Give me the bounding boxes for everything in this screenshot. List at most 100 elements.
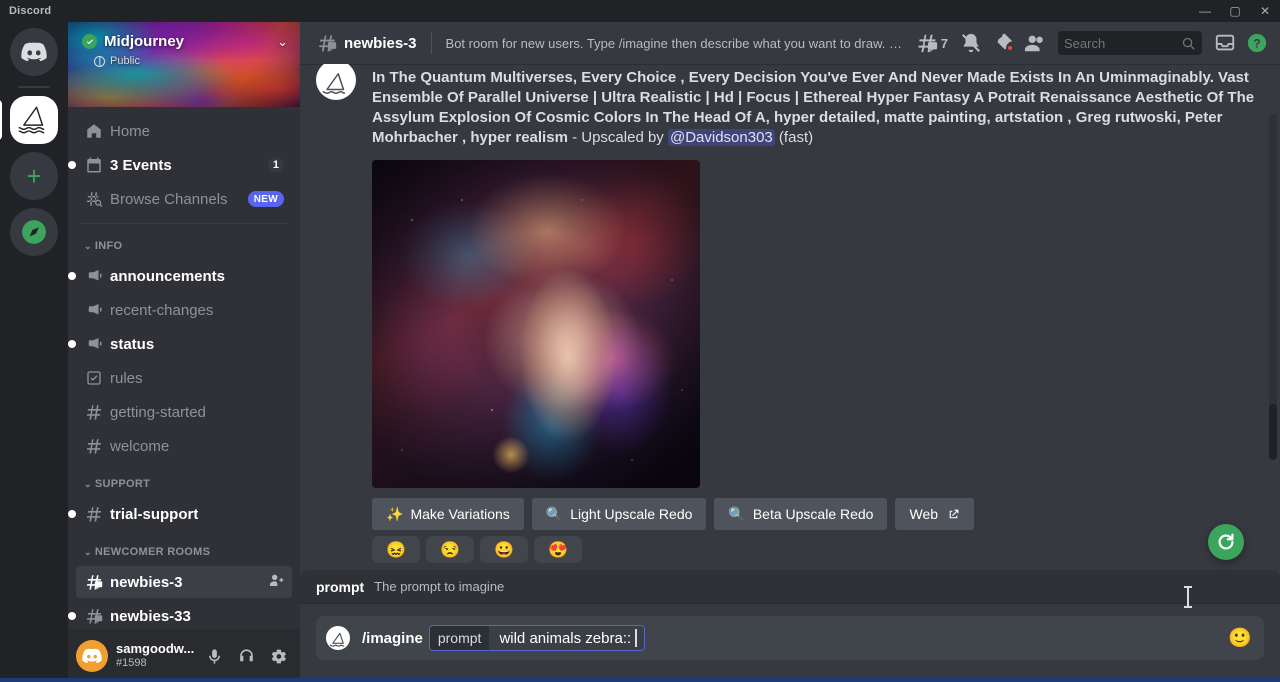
avatar[interactable]	[76, 640, 108, 672]
active-guild-indicator	[0, 100, 2, 140]
argument-value[interactable]: wild animals zebra::	[489, 630, 635, 647]
sidebar-item-trial-support-label: trial-support	[110, 506, 198, 523]
emoji-picker-button[interactable]: 🙂	[1226, 624, 1254, 652]
category-support-label: SUPPORT	[95, 478, 150, 490]
sidebar-item-rules[interactable]: rules	[76, 362, 292, 394]
web-button[interactable]: Web	[895, 498, 974, 530]
microphone-icon[interactable]	[200, 642, 228, 670]
sidebar-item-events[interactable]: 3 Events 1	[76, 149, 292, 181]
channel-sidebar: Midjourney ⌄ Public Home 3 Events 1	[68, 22, 300, 682]
username: samgoodw...	[116, 642, 194, 657]
sidebar-item-newbies-3[interactable]: newbies-3	[76, 566, 292, 598]
magnifier-icon: 🔍	[728, 506, 745, 523]
sidebar-item-trial-support[interactable]: trial-support	[76, 498, 292, 530]
server-name: Midjourney	[104, 33, 184, 50]
help-button[interactable]: ?	[1242, 28, 1272, 58]
argument-key: prompt	[430, 626, 490, 650]
user-mention[interactable]: @Davidson303	[668, 129, 775, 146]
sailboat-icon	[321, 70, 351, 100]
sidebar-item-announcements[interactable]: announcements	[76, 260, 292, 292]
minimize-button[interactable]: —	[1190, 0, 1220, 22]
hash-icon	[84, 504, 104, 524]
notification-settings-button[interactable]	[956, 28, 986, 58]
external-link-icon	[947, 508, 960, 521]
sidebar-item-recent-changes-label: recent-changes	[110, 302, 213, 319]
close-button[interactable]: ✕	[1250, 0, 1280, 22]
guild-discord-home[interactable]	[10, 28, 58, 76]
category-newcomer-rooms[interactable]: ⌄ NEWCOMER ROOMS	[76, 540, 292, 564]
unamused-face-reaction[interactable]: 😒	[426, 536, 474, 563]
unread-indicator	[68, 272, 76, 280]
chevron-down-icon: ⌄	[84, 479, 92, 490]
sidebar-item-events-label: 3 Events	[110, 157, 172, 174]
sidebar-item-newbies-33-label: newbies-33	[110, 608, 191, 625]
sidebar-item-home[interactable]: Home	[76, 115, 292, 147]
guild-midjourney[interactable]	[10, 96, 58, 144]
server-banner[interactable]: Midjourney ⌄ Public	[68, 22, 300, 107]
home-icon	[84, 121, 104, 141]
hash-icon	[84, 402, 104, 422]
add-member-icon[interactable]	[268, 572, 284, 593]
image-vignette	[372, 160, 700, 488]
search-input[interactable]: Search	[1058, 31, 1202, 55]
scrollbar-thumb[interactable]	[1269, 404, 1277, 460]
sidebar-item-recent-changes[interactable]: recent-changes	[76, 294, 292, 326]
user-identity[interactable]: samgoodw... #1598	[116, 642, 194, 670]
confounded-face-reaction[interactable]: 😖	[372, 536, 420, 563]
category-newcomer-rooms-label: NEWCOMER ROOMS	[95, 546, 210, 558]
maximize-button[interactable]: ▢	[1220, 0, 1250, 22]
plus-icon: +	[26, 163, 41, 189]
category-info-label: INFO	[95, 240, 122, 252]
compass-icon	[21, 219, 47, 245]
add-server-button[interactable]: +	[10, 152, 58, 200]
announcement-icon	[84, 334, 104, 354]
explore-servers-button[interactable]	[10, 208, 58, 256]
sidebar-item-status-label: status	[110, 336, 154, 353]
server-privacy: Public	[94, 55, 140, 67]
hash-thread-icon	[316, 32, 338, 54]
server-header[interactable]: Midjourney ⌄	[82, 33, 288, 50]
generated-image[interactable]	[372, 160, 700, 488]
sidebar-divider	[80, 223, 288, 224]
channel-topic[interactable]: Bot room for new users. Type /imagine th…	[446, 36, 906, 51]
sidebar-item-newbies-33[interactable]: newbies-33	[76, 600, 292, 630]
message-action-buttons: ✨ Make Variations 🔍 Light Upscale Redo 🔍…	[372, 498, 1264, 530]
message-input-bar[interactable]: /imagine prompt wild animals zebra:: 🙂	[316, 616, 1264, 660]
gear-icon[interactable]	[264, 642, 292, 670]
sidebar-item-getting-started[interactable]: getting-started	[76, 396, 292, 428]
light-upscale-redo-button[interactable]: 🔍 Light Upscale Redo	[532, 498, 707, 530]
command-hint: prompt The prompt to imagine	[300, 570, 1280, 604]
sidebar-item-status[interactable]: status	[76, 328, 292, 360]
beta-upscale-redo-button[interactable]: 🔍 Beta Upscale Redo	[714, 498, 887, 530]
message-content: In The Quantum Multiverses, Every Choice…	[372, 68, 1264, 148]
inbox-button[interactable]	[1210, 28, 1240, 58]
avatar[interactable]	[316, 64, 356, 100]
header-actions: 7 Search ?	[912, 28, 1272, 58]
pinned-messages-button[interactable]	[988, 28, 1018, 58]
announcement-icon	[84, 300, 104, 320]
os-taskbar	[0, 678, 1280, 682]
chevron-down-icon[interactable]: ⌄	[277, 34, 288, 50]
heart-eyes-face-reaction[interactable]: 😍	[534, 536, 582, 563]
web-label: Web	[909, 506, 938, 522]
make-variations-button[interactable]: ✨ Make Variations	[372, 498, 524, 530]
grinning-face-reaction[interactable]: 😀	[480, 536, 528, 563]
refresh-icon	[1215, 531, 1237, 553]
pin-alert-dot	[1006, 44, 1014, 52]
window-controls: — ▢ ✕	[1190, 0, 1280, 22]
sidebar-item-newbies-3-label: newbies-3	[110, 574, 183, 591]
sidebar-item-welcome[interactable]: welcome	[76, 430, 292, 462]
command-argument-chip[interactable]: prompt wild animals zebra::	[429, 625, 645, 651]
member-list-button[interactable]	[1020, 28, 1050, 58]
headphones-icon[interactable]	[232, 642, 260, 670]
threads-button[interactable]	[912, 28, 942, 58]
upscaled-by-label: Upscaled by	[581, 129, 668, 146]
chat-scrollbar[interactable]	[1269, 114, 1277, 460]
sidebar-item-rules-label: rules	[110, 370, 143, 387]
category-support[interactable]: ⌄ SUPPORT	[76, 472, 292, 496]
make-variations-label: Make Variations	[410, 506, 509, 522]
chevron-down-icon: ⌄	[84, 547, 92, 558]
category-info[interactable]: ⌄ INFO	[76, 234, 292, 258]
sidebar-item-browse-channels[interactable]: Browse Channels NEW	[76, 183, 292, 215]
refresh-button[interactable]	[1208, 524, 1244, 560]
